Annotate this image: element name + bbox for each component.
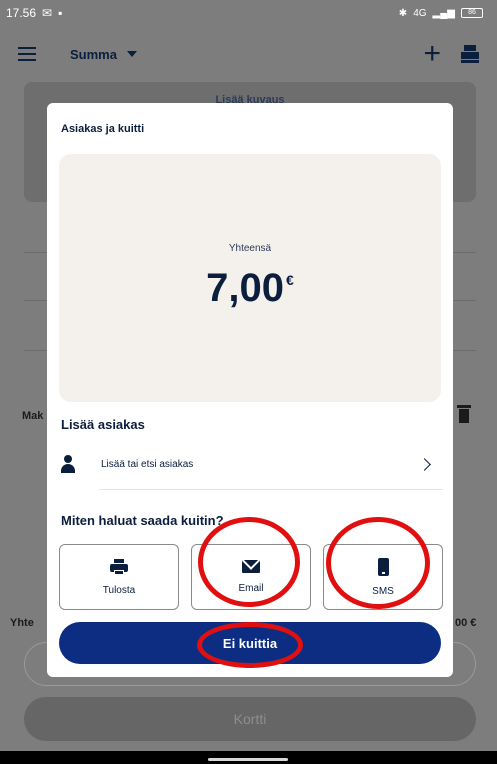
print-receipt-button[interactable]: Tulosta bbox=[59, 544, 179, 610]
person-icon bbox=[61, 455, 75, 473]
payment-label: Mak bbox=[22, 410, 44, 422]
home-indicator[interactable] bbox=[208, 758, 288, 761]
currency-symbol: € bbox=[286, 272, 294, 288]
network-type: 4G bbox=[413, 7, 427, 19]
total-value-bg: 00 € bbox=[455, 617, 477, 629]
plus-icon[interactable]: + bbox=[423, 39, 441, 69]
status-time: 17.56 bbox=[6, 6, 37, 20]
total-card: Yhteensä 7,00 € bbox=[59, 154, 441, 402]
signal-icon: ▂▄▆ bbox=[432, 7, 455, 19]
annotation-circle-sms bbox=[326, 517, 430, 609]
print-label: Tulosta bbox=[102, 584, 136, 596]
cash-register-icon[interactable] bbox=[461, 45, 479, 63]
card-payment-button: Kortti bbox=[24, 697, 476, 741]
system-nav-bar bbox=[0, 751, 497, 764]
bluetooth-icon: ✱ bbox=[398, 7, 408, 19]
sim-icon: ▪ bbox=[58, 6, 63, 20]
chevron-right-icon bbox=[418, 457, 431, 471]
total-amount-value: 7,00 bbox=[206, 266, 285, 310]
add-customer-title: Lisää asiakas bbox=[61, 417, 145, 432]
status-bar: 17.56 ✉ ▪ ✱ 4G ▂▄▆ 86 bbox=[0, 0, 497, 26]
customer-divider bbox=[99, 489, 443, 490]
add-customer-label: Lisää tai etsi asiakas bbox=[101, 458, 194, 470]
trash-icon bbox=[457, 405, 471, 423]
annotation-circle-email bbox=[198, 517, 300, 607]
app-bar: Summa + bbox=[0, 26, 497, 82]
dialog-title: Asiakas ja kuitti bbox=[61, 123, 145, 135]
app-screen: 17.56 ✉ ▪ ✱ 4G ▂▄▆ 86 Summa + Lisää kuva… bbox=[0, 0, 497, 764]
receipt-question: Miten haluat saada kuitin? bbox=[61, 513, 224, 528]
chevron-down-icon bbox=[126, 51, 137, 57]
battery-icon: 86 bbox=[461, 8, 483, 18]
add-customer-row[interactable]: Lisää tai etsi asiakas bbox=[59, 446, 443, 482]
printer-icon bbox=[110, 558, 128, 575]
total-label: Yhteensä bbox=[228, 243, 272, 254]
message-icon: ✉ bbox=[42, 6, 53, 20]
summa-label: Summa bbox=[70, 46, 117, 62]
total-label-bg: Yhte bbox=[10, 617, 34, 629]
menu-icon[interactable] bbox=[18, 47, 36, 61]
total-amount: 7,00 € bbox=[59, 266, 441, 311]
annotation-circle-no-receipt bbox=[197, 622, 303, 668]
summa-dropdown[interactable]: Summa bbox=[70, 47, 137, 62]
